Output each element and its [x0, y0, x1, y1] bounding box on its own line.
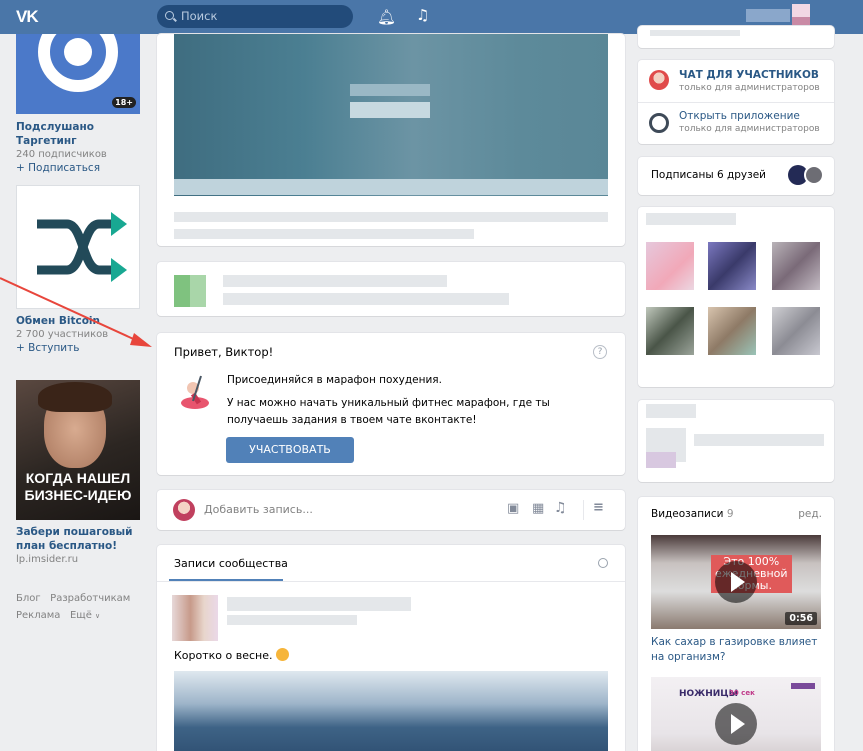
app-title: Открыть приложение — [679, 110, 800, 122]
play-icon-2[interactable] — [715, 703, 757, 745]
friends-card[interactable]: Подписаны 6 друзей — [638, 157, 834, 195]
tab-wall-posts[interactable]: Записи сообщества — [174, 557, 288, 570]
post-image[interactable] — [174, 671, 608, 751]
wall-card: Записи сообщества Коротко о весне. — [157, 545, 625, 751]
group1-subscribe[interactable]: + Подписаться — [16, 161, 140, 175]
blurred-community-card — [638, 400, 834, 482]
ad-image-text: КОГДА НАШЕЛ БИЗНЕС-ИДЕЮ — [24, 470, 132, 503]
group1-image[interactable]: 18+ — [16, 34, 140, 114]
composer-input[interactable]: Добавить запись... — [204, 503, 313, 516]
text-format-icon[interactable]: ≡ — [593, 500, 604, 515]
video-1-caption[interactable]: Как сахар в газировке влияет на организм… — [651, 635, 826, 665]
footer-link-ads[interactable]: Реклама — [16, 610, 60, 621]
app-icon — [649, 113, 669, 133]
left-footer: Блог Разработчикам Реклама Ещё ∨ — [16, 590, 140, 625]
video-1-duration: 0:56 — [785, 612, 817, 625]
vk-logo[interactable]: VK — [16, 7, 39, 27]
post-text: Коротко о весне. — [174, 648, 290, 662]
video-2-thumbnail[interactable]: НОЖНИЦЫ 30 сек — [651, 677, 821, 751]
footer-link-dev[interactable]: Разработчикам — [50, 593, 130, 604]
videos-edit[interactable]: ред. — [798, 508, 822, 520]
chat-title: ЧАТ ДЛЯ УЧАСТНИКОВ — [679, 69, 819, 81]
ad-title[interactable]: Забери пошаговый план бесплатно! — [16, 525, 140, 553]
blurred-comment-card — [157, 262, 625, 316]
chat-row[interactable]: ЧАТ ДЛЯ УЧАСТНИКОВ только для администра… — [638, 60, 834, 102]
greeting-card: Привет, Виктор! ? Присоединяйся в марафо… — [157, 333, 625, 475]
video-icon[interactable]: ▦ — [532, 501, 544, 516]
play-icon[interactable] — [715, 561, 757, 603]
camera-icon[interactable]: ▣ — [507, 501, 519, 516]
greeting-line1: Присоединяйся в марафон похудения. — [227, 374, 442, 386]
audio-icon[interactable]: ♫ — [554, 500, 567, 516]
search-box[interactable]: Поиск — [157, 5, 353, 28]
blurred-friends-grid — [638, 207, 834, 387]
video-1-thumbnail[interactable]: Это 100%ежедневнойнормы. 0:56 — [651, 535, 821, 629]
red-arrow-annotation — [0, 277, 152, 347]
ad-image[interactable]: КОГДА НАШЕЛ БИЗНЕС-ИДЕЮ — [16, 380, 140, 520]
participate-button[interactable]: УЧАСТВОВАТЬ — [226, 437, 354, 463]
group-card-1: 18+ Подслушано Таргетинг 240 подписчиков… — [16, 34, 140, 175]
chat-subtitle: только для администраторов — [679, 83, 820, 93]
post-avatar-blurred[interactable] — [172, 595, 218, 641]
friend-avatar-2 — [804, 165, 824, 185]
ad-card: КОГДА НАШЕЛ БИЗНЕС-ИДЕЮ Забери пошаговый… — [16, 380, 140, 566]
bell-icon[interactable]: 🔔︎ — [377, 8, 396, 26]
tab-divider — [157, 581, 625, 582]
chat-avatar — [649, 70, 669, 90]
help-icon[interactable]: ? — [593, 345, 607, 359]
links-card: ЧАТ ДЛЯ УЧАСТНИКОВ только для администра… — [638, 60, 834, 144]
fitness-icon — [181, 375, 209, 409]
divider — [583, 500, 584, 520]
composer-avatar[interactable] — [173, 499, 195, 521]
smile-emoji-icon — [276, 648, 290, 661]
composer-card: Добавить запись... ▣ ▦ ♫ ≡ — [157, 490, 625, 530]
blurred-post-card — [157, 34, 625, 246]
friends-label: Подписаны 6 друзей — [651, 169, 766, 181]
greeting-line2: У нас можно начать уникальный фитнес мар… — [227, 397, 550, 426]
footer-link-blog[interactable]: Блог — [16, 593, 41, 604]
video-2-logo — [791, 683, 815, 689]
greeting-title: Привет, Виктор! — [174, 345, 274, 359]
group1-subtitle: 240 подписчиков — [16, 149, 107, 160]
age-badge: 18+ — [112, 97, 136, 108]
user-name-blurred[interactable] — [746, 9, 790, 22]
right-top-card — [638, 26, 834, 48]
search-placeholder: Поиск — [181, 9, 218, 23]
group1-title[interactable]: Подслушано Таргетинг — [16, 120, 140, 148]
videos-card: Видеозаписи 9 ред. Это 100%ежедневнойнор… — [638, 497, 834, 751]
videos-title[interactable]: Видеозаписи 9 — [651, 508, 734, 520]
music-icon[interactable]: ♫ — [416, 6, 429, 24]
ad-domain: lp.imsider.ru — [16, 554, 79, 565]
wall-search-icon[interactable] — [598, 558, 608, 568]
blurred-avatar[interactable] — [174, 275, 206, 307]
chevron-down-icon: ∨ — [95, 612, 101, 620]
app-subtitle: только для администраторов — [679, 124, 820, 134]
search-icon — [165, 11, 174, 20]
footer-link-more[interactable]: Ещё — [70, 610, 92, 621]
video-2-badge: 30 сек — [729, 689, 755, 697]
app-row[interactable]: Открыть приложение только для администра… — [638, 103, 834, 144]
